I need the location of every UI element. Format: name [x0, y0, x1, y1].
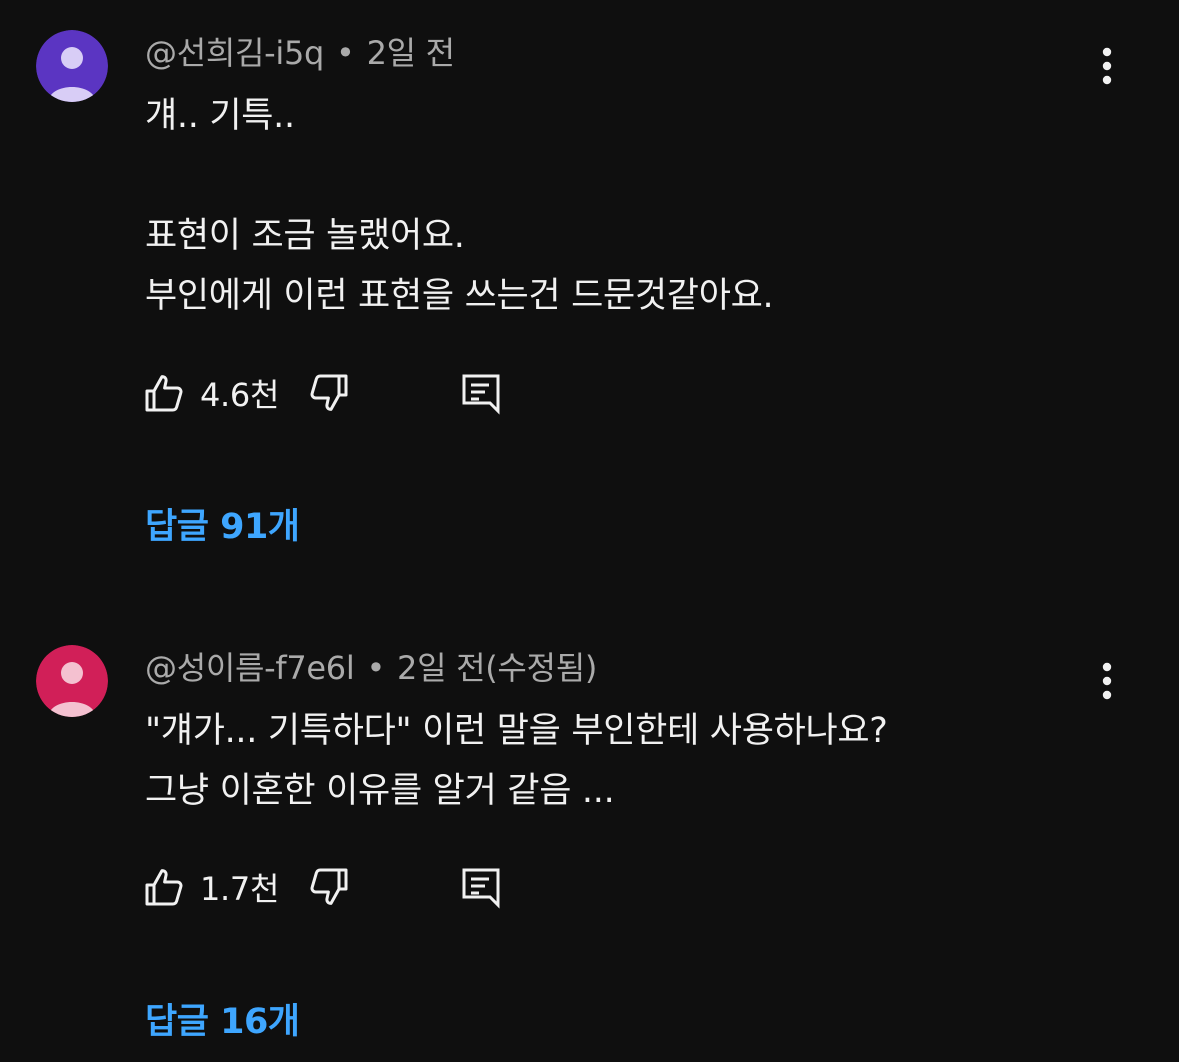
more-vert-icon: [1102, 662, 1112, 700]
comment-text: "걔가... 기특하다" 이런 말을 부인한테 사용하나요? 그냥 이혼한 이유를…: [145, 701, 888, 821]
more-actions-button[interactable]: [1085, 44, 1129, 88]
separator-dot: •: [336, 34, 355, 72]
comment-meta: @성이름-f7e6l • 2일 전(수정됨): [145, 648, 597, 688]
avatar[interactable]: [36, 30, 108, 102]
author-name[interactable]: @성이름-f7e6l: [145, 649, 355, 687]
comment-actions: 1.7천: [140, 861, 505, 913]
comment-line: [145, 146, 773, 206]
more-actions-button[interactable]: [1085, 659, 1129, 703]
comment-line: 걔.. 기특..: [145, 96, 295, 136]
comment-line: 표현이 조금 놀랬어요.: [145, 216, 465, 256]
default-user-icon: [36, 645, 108, 717]
comment-meta: @선희김-i5q • 2일 전: [145, 33, 455, 73]
view-replies-button[interactable]: 답글 91개: [145, 498, 300, 549]
like-count: 1.7천: [200, 870, 280, 908]
comment-line: "걔가... 기특하다" 이런 말을 부인한테 사용하나요?: [145, 711, 888, 751]
comment-line: 부인에게 이런 표현을 쓰는건 드문것같아요.: [145, 276, 774, 316]
default-user-icon: [36, 30, 108, 102]
comment-time[interactable]: 2일 전: [397, 649, 486, 687]
reply-icon: [462, 868, 500, 909]
thumbs-up-icon: [145, 869, 183, 906]
thumbs-up-icon: [145, 375, 183, 412]
avatar[interactable]: [36, 645, 108, 717]
like-button[interactable]: [140, 863, 188, 911]
separator-dot: •: [366, 649, 386, 687]
like-count: 4.6천: [200, 376, 280, 414]
thumbs-down-icon: [310, 868, 348, 905]
dislike-button[interactable]: [305, 863, 353, 911]
reply-icon: [462, 374, 500, 415]
comment-time[interactable]: 2일 전: [367, 34, 456, 72]
reply-button[interactable]: [457, 369, 505, 417]
author-name[interactable]: @선희김-i5q: [145, 34, 324, 72]
view-replies-button[interactable]: 답글 16개: [145, 993, 300, 1044]
like-button[interactable]: [140, 369, 188, 417]
comment-text: 걔.. 기특.. 표현이 조금 놀랬어요. 부인에게 이런 표현을 쓰는건 드문것같…: [145, 86, 774, 326]
thumbs-down-icon: [310, 374, 348, 411]
more-vert-icon: [1102, 47, 1112, 85]
dislike-button[interactable]: [305, 369, 353, 417]
comment-line: 그냥 이혼한 이유를 알거 같음 ...: [145, 771, 615, 811]
reply-button[interactable]: [457, 863, 505, 911]
comment-actions: 4.6천: [140, 367, 505, 419]
edited-label: (수정됨): [485, 649, 598, 687]
